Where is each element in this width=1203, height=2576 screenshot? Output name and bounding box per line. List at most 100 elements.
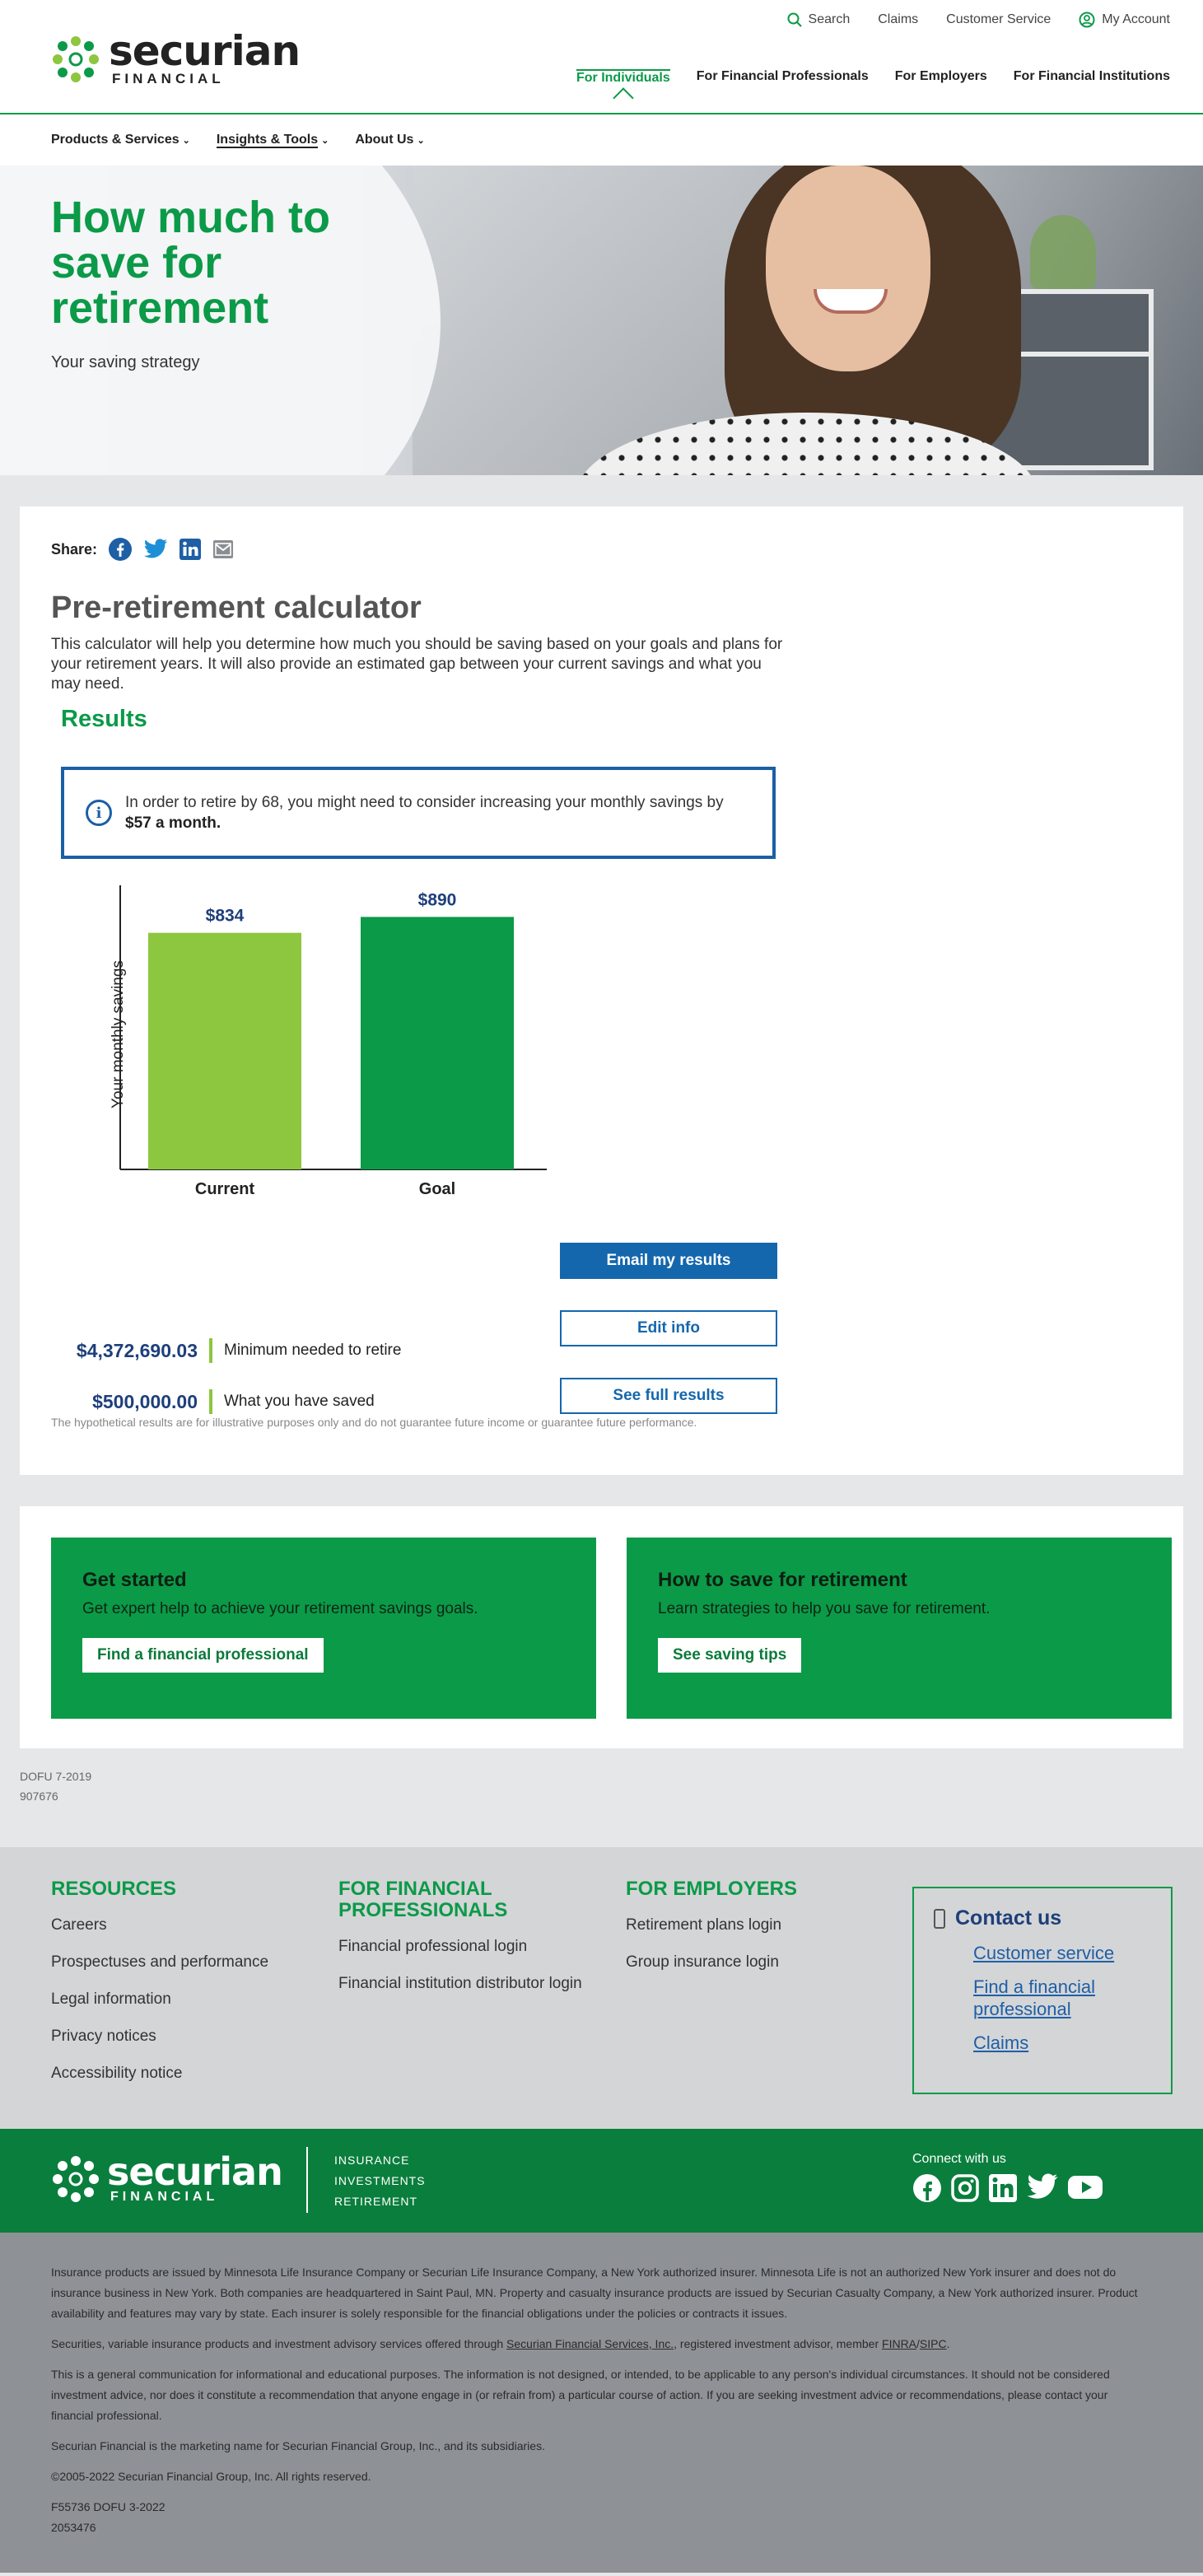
contact-customer-service[interactable]: Customer service [973,1942,1151,1964]
facebook-icon[interactable] [109,538,133,561]
footer-link-retirement-login[interactable]: Retirement plans login [626,1915,873,1935]
sfs-link[interactable]: Securian Financial Services, Inc. [506,2337,674,2350]
edit-info-button[interactable]: Edit info [560,1310,777,1346]
legal-code: F55736 DOFU 3-2022 [51,2500,166,2513]
chevron-down-icon: ⌄ [417,136,425,146]
footer-heading: RESOURCES [51,1878,177,1900]
calculator-card: Share: Pre-retirement calculator This ca… [20,506,1183,1475]
footer-link-legal[interactable]: Legal information [51,1989,323,2009]
cta-get-started: Get started Get expert help to achieve y… [51,1538,596,1719]
securian-logo[interactable]: securian FINANCIAL [51,30,301,87]
footer-links: RESOURCES Careers Prospectuses and perfo… [0,1847,1203,2129]
footer-link-privacy[interactable]: Privacy notices [51,2026,323,2046]
youtube-icon[interactable] [1067,2173,1103,2201]
share-bar: Share: [51,538,234,561]
email-results-button[interactable]: Email my results [560,1243,777,1279]
contact-find-professional[interactable]: Find a financial professional [973,1976,1151,2020]
hero-plant-image [1030,215,1096,289]
chart-data-label: $834 [206,907,245,926]
chart-data-label: $890 [418,890,457,909]
dofu-code: DOFU 7-2019 [20,1770,92,1783]
sub-nav-label: About Us [355,133,414,147]
footer-link-careers[interactable]: Careers [51,1915,323,1935]
cta-how-to-save: How to save for retirement Learn strateg… [627,1538,1172,1719]
sub-nav-products-services[interactable]: Products & Services ⌄ [51,133,190,147]
footer-professionals: FOR FINANCIAL PROFESSIONALS Financial pr… [338,1878,585,2010]
see-saving-tips-button[interactable]: See saving tips [658,1638,802,1673]
legal-codes: F55736 DOFU 3-2022 2053476 [51,2497,1152,2538]
footer-employers: FOR EMPLOYERS Retirement plans login Gro… [626,1878,873,1989]
cta-section: Get started Get expert help to achieve y… [20,1506,1183,1748]
results-alert: i In order to retire by 68, you might ne… [61,767,776,859]
phone-icon [934,1908,945,1929]
customer-service-link[interactable]: Customer Service [946,12,1051,28]
legal-text: Securities, variable insurance products … [51,2337,507,2350]
main-nav: For Individuals For Financial Profession… [576,69,1170,86]
claims-link[interactable]: Claims [878,12,918,28]
copyright: ©2005-2022 Securian Financial Group, Inc… [51,2470,371,2483]
sub-nav-label: Products & Services [51,133,180,147]
nav-for-financial-professionals[interactable]: For Financial Professionals [697,69,869,86]
footer-logo[interactable]: securian FINANCIAL [51,2153,283,2205]
sub-nav-insights-tools[interactable]: Insights & Tools ⌄ [216,133,329,148]
results-disclaimer: The hypothetical results are for illustr… [51,1416,697,1429]
find-financial-professional-button[interactable]: Find a financial professional [82,1638,324,1673]
calculator-title: Pre-retirement calculator [51,590,422,625]
search-link[interactable]: Search [787,12,851,28]
my-account-label: My Account [1102,12,1170,26]
contact-box: Contact us Customer service Find a finan… [912,1887,1173,2094]
hero-banner: How much to save for retirement Your sav… [0,166,1203,475]
cta-text: Learn strategies to help you save for re… [658,1600,991,1617]
legal-paragraph: Insurance products are issued by Minneso… [51,2266,1138,2320]
legal-disclosures: Insurance products are issued by Minneso… [0,2233,1203,2573]
legal-text: . [946,2337,950,2350]
footer-brand-divider [306,2147,308,2213]
footer-link-fp-login[interactable]: Financial professional login [338,1936,585,1957]
chart-bar-current [148,932,301,1169]
legal-paragraph: Securian Financial is the marketing name… [51,2439,545,2452]
instagram-icon[interactable] [950,2173,980,2203]
site-header: securian FINANCIAL Search Claims Custome… [0,0,1203,114]
linkedin-icon[interactable] [988,2173,1018,2203]
footer-resources: RESOURCES Careers Prospectuses and perfo… [51,1878,323,2100]
calculator-description: This calculator will help you determine … [51,636,783,693]
email-icon[interactable] [212,539,234,559]
stat-label: What you have saved [224,1393,375,1410]
sub-nav-label: Insights & Tools [216,133,319,148]
my-account-link[interactable]: My Account [1079,12,1170,28]
savings-chart-svg: $834 Current $890 Goal [119,885,547,1198]
twitter-icon[interactable] [1026,2173,1059,2201]
stat-divider [209,1389,212,1414]
nav-for-employers[interactable]: For Employers [895,69,987,86]
contact-heading: Contact us [934,1906,1151,1930]
linkedin-icon[interactable] [180,539,202,560]
legal-paragraph: This is a general communication for info… [51,2368,1110,2422]
sub-nav-about-us[interactable]: About Us ⌄ [355,133,424,147]
footer-link-fi-login[interactable]: Financial institution distributor login [338,1973,585,1994]
page-title: How much to save for retirement [51,193,330,333]
nav-for-financial-institutions[interactable]: For Financial Institutions [1014,69,1170,86]
stat-divider [209,1338,212,1363]
cta-text: Get expert help to achieve your retireme… [82,1600,478,1617]
chart-category-label: Current [195,1180,255,1198]
contact-claims[interactable]: Claims [973,2032,1151,2054]
social-connect: Connect with us [912,2152,1103,2203]
twitter-icon[interactable] [143,539,168,560]
footer-link-prospectuses[interactable]: Prospectuses and performance [51,1952,323,1972]
footer-link-group-login[interactable]: Group insurance login [626,1952,873,1972]
see-full-results-button[interactable]: See full results [560,1378,777,1414]
info-icon: i [86,800,112,826]
item-number: 907676 [20,1790,58,1803]
footer-link-accessibility[interactable]: Accessibility notice [51,2063,323,2084]
chevron-down-icon: ⌄ [321,136,329,146]
savings-chart: Your monthly savings $834 Current $890 Goal [69,885,563,1215]
nav-for-individuals[interactable]: For Individuals [576,69,670,86]
brand-tag: RETIREMENT [334,2195,417,2208]
connect-label: Connect with us [912,2152,1006,2166]
results-alert-message: In order to retire by 68, you might need… [125,794,724,811]
sipc-link[interactable]: SIPC [920,2337,947,2350]
search-label: Search [808,12,851,26]
finra-link[interactable]: FINRA [882,2337,916,2350]
facebook-icon[interactable] [912,2173,942,2203]
legal-text: , registered investment advisor, member [674,2337,883,2350]
